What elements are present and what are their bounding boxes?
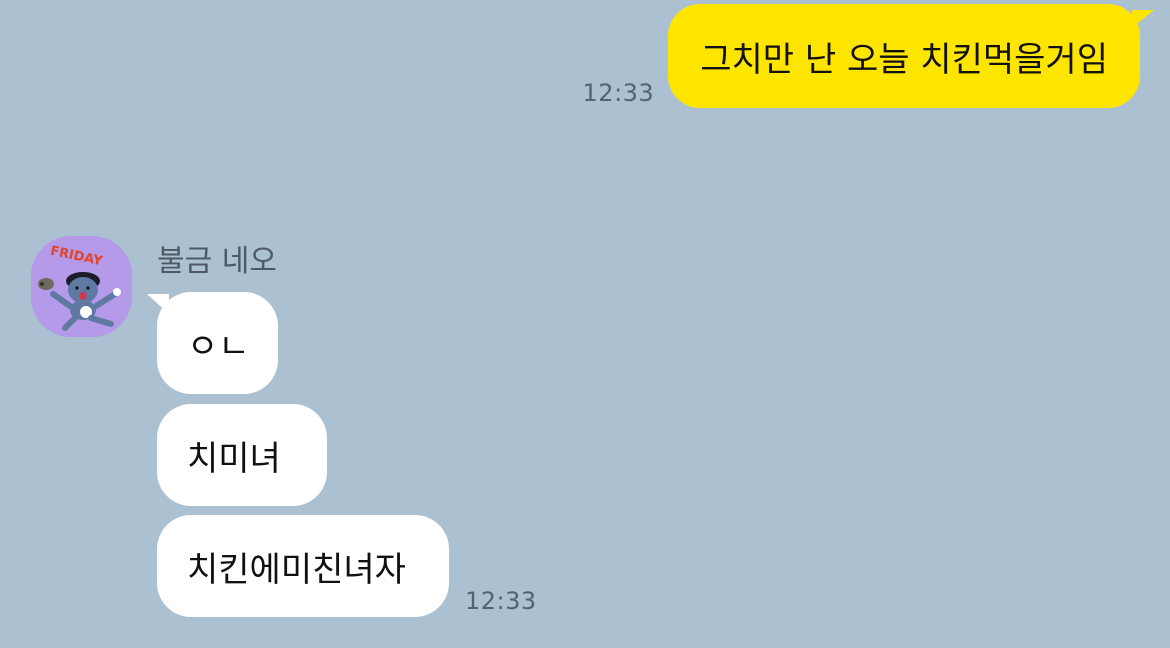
chat-room-view: 12:33 그치만 난 오늘 치킨먹을거임 FRIDAY 불금 네오 ㅇㄴ 치미…: [0, 0, 1170, 648]
message-timestamp: 12:33: [465, 587, 537, 615]
incoming-message-bubble[interactable]: 치미녀: [157, 404, 327, 506]
message-text: ㅇㄴ: [187, 326, 250, 367]
outgoing-message-bubble[interactable]: 그치만 난 오늘 치킨먹을거임: [668, 4, 1154, 108]
bubble-tail: [1132, 10, 1154, 28]
message-text: 치킨에미친녀자: [187, 549, 406, 590]
neo-friday-sticker-avatar-icon: FRIDAY: [31, 236, 132, 337]
message-text: 그치만 난 오늘 치킨먹을거임: [700, 39, 1108, 80]
incoming-message-bubble[interactable]: 치킨에미친녀자: [157, 515, 449, 617]
avatar[interactable]: FRIDAY: [31, 236, 132, 337]
incoming-message-bubble[interactable]: ㅇㄴ: [147, 292, 278, 394]
bubble-tail: [147, 294, 169, 314]
sender-name[interactable]: 불금 네오: [157, 236, 277, 280]
message-text: 치미녀: [187, 438, 281, 479]
outgoing-message-row: 12:33 그치만 난 오늘 치킨먹을거임: [582, 4, 1154, 108]
message-timestamp: 12:33: [582, 79, 655, 107]
